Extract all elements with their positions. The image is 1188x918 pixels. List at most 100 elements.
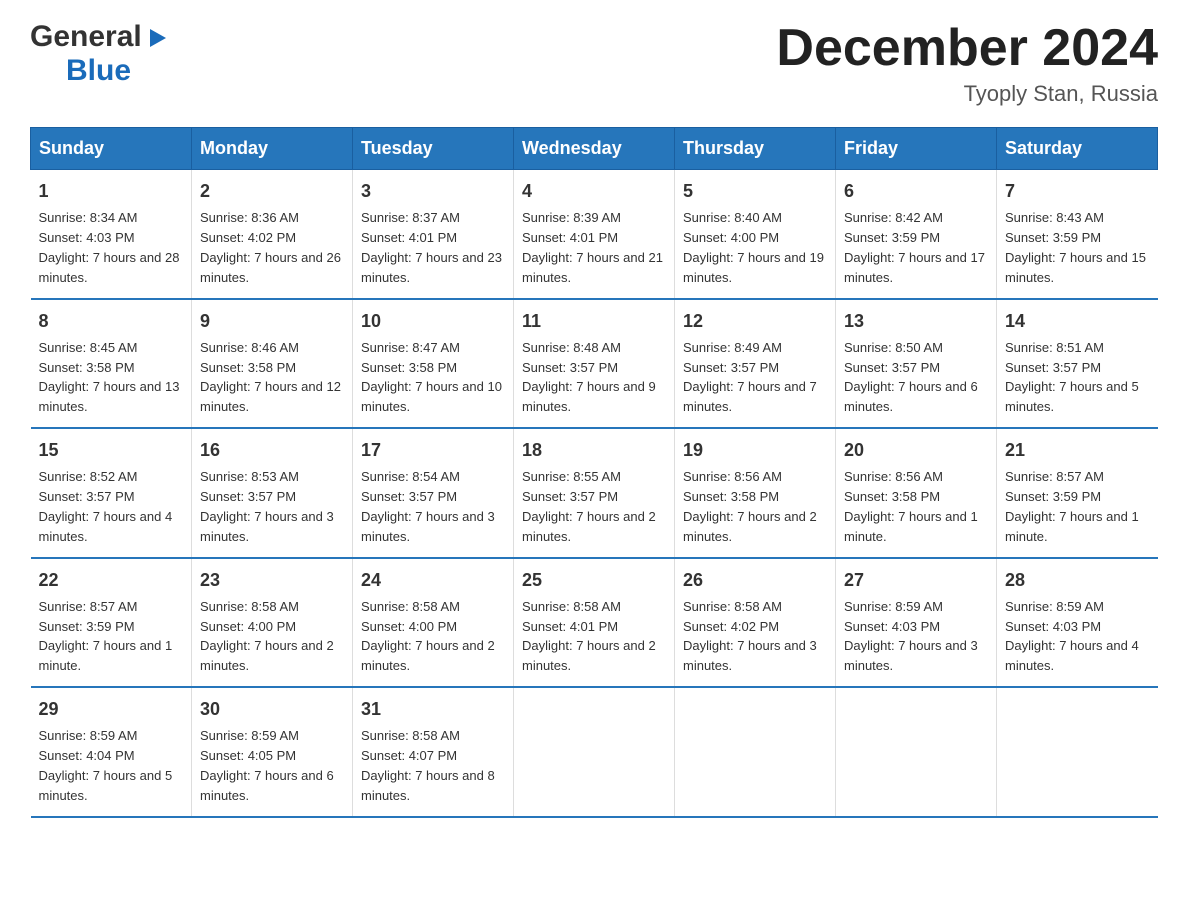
week-row-4: 22Sunrise: 8:57 AMSunset: 3:59 PMDayligh… bbox=[31, 558, 1158, 687]
day-info: Sunrise: 8:37 AMSunset: 4:01 PMDaylight:… bbox=[361, 210, 502, 285]
day-info: Sunrise: 8:42 AMSunset: 3:59 PMDaylight:… bbox=[844, 210, 985, 285]
day-cell: 7 Sunrise: 8:43 AMSunset: 3:59 PMDaylight… bbox=[997, 170, 1158, 299]
day-cell: 18 Sunrise: 8:55 AMSunset: 3:57 PMDayligh… bbox=[514, 428, 675, 557]
day-info: Sunrise: 8:45 AMSunset: 3:58 PMDaylight:… bbox=[39, 340, 180, 415]
day-cell: 3 Sunrise: 8:37 AMSunset: 4:01 PMDaylight… bbox=[353, 170, 514, 299]
day-cell: 15 Sunrise: 8:52 AMSunset: 3:57 PMDayligh… bbox=[31, 428, 192, 557]
day-number: 18 bbox=[522, 437, 666, 463]
day-info: Sunrise: 8:46 AMSunset: 3:58 PMDaylight:… bbox=[200, 340, 341, 415]
day-cell: 28 Sunrise: 8:59 AMSunset: 4:03 PMDayligh… bbox=[997, 558, 1158, 687]
calendar-subtitle: Tyoply Stan, Russia bbox=[776, 81, 1158, 107]
day-cell: 17Sunrise: 8:54 AMSunset: 3:57 PMDayligh… bbox=[353, 428, 514, 557]
day-info: Sunrise: 8:34 AMSunset: 4:03 PMDaylight:… bbox=[39, 210, 180, 285]
day-info: Sunrise: 8:43 AMSunset: 3:59 PMDaylight:… bbox=[1005, 210, 1146, 285]
day-number: 28 bbox=[1005, 567, 1150, 593]
day-info: Sunrise: 8:49 AMSunset: 3:57 PMDaylight:… bbox=[683, 340, 817, 415]
day-info: Sunrise: 8:57 AMSunset: 3:59 PMDaylight:… bbox=[39, 599, 173, 674]
col-tuesday: Tuesday bbox=[353, 128, 514, 170]
day-cell: 8 Sunrise: 8:45 AMSunset: 3:58 PMDaylight… bbox=[31, 299, 192, 428]
day-info: Sunrise: 8:40 AMSunset: 4:00 PMDaylight:… bbox=[683, 210, 824, 285]
day-info: Sunrise: 8:51 AMSunset: 3:57 PMDaylight:… bbox=[1005, 340, 1139, 415]
day-cell: 2Sunrise: 8:36 AMSunset: 4:02 PMDaylight… bbox=[192, 170, 353, 299]
col-wednesday: Wednesday bbox=[514, 128, 675, 170]
title-section: December 2024 Tyoply Stan, Russia bbox=[776, 20, 1158, 107]
day-number: 31 bbox=[361, 696, 505, 722]
day-cell: 4 Sunrise: 8:39 AMSunset: 4:01 PMDaylight… bbox=[514, 170, 675, 299]
day-info: Sunrise: 8:56 AMSunset: 3:58 PMDaylight:… bbox=[844, 469, 978, 544]
day-number: 24 bbox=[361, 567, 505, 593]
day-cell: 30Sunrise: 8:59 AMSunset: 4:05 PMDayligh… bbox=[192, 687, 353, 816]
day-number: 19 bbox=[683, 437, 827, 463]
day-cell: 21Sunrise: 8:57 AMSunset: 3:59 PMDayligh… bbox=[997, 428, 1158, 557]
col-monday: Monday bbox=[192, 128, 353, 170]
day-info: Sunrise: 8:58 AMSunset: 4:01 PMDaylight:… bbox=[522, 599, 656, 674]
day-cell: 25 Sunrise: 8:58 AMSunset: 4:01 PMDayligh… bbox=[514, 558, 675, 687]
day-cell: 14 Sunrise: 8:51 AMSunset: 3:57 PMDayligh… bbox=[997, 299, 1158, 428]
day-number: 10 bbox=[361, 308, 505, 334]
day-info: Sunrise: 8:59 AMSunset: 4:03 PMDaylight:… bbox=[844, 599, 978, 674]
day-info: Sunrise: 8:59 AMSunset: 4:04 PMDaylight:… bbox=[39, 728, 173, 803]
week-row-2: 8 Sunrise: 8:45 AMSunset: 3:58 PMDaylight… bbox=[31, 299, 1158, 428]
day-number: 25 bbox=[522, 567, 666, 593]
day-cell: 29 Sunrise: 8:59 AMSunset: 4:04 PMDayligh… bbox=[31, 687, 192, 816]
day-number: 23 bbox=[200, 567, 344, 593]
day-number: 14 bbox=[1005, 308, 1150, 334]
day-number: 27 bbox=[844, 567, 988, 593]
day-info: Sunrise: 8:55 AMSunset: 3:57 PMDaylight:… bbox=[522, 469, 656, 544]
day-info: Sunrise: 8:52 AMSunset: 3:57 PMDaylight:… bbox=[39, 469, 173, 544]
day-cell: 24Sunrise: 8:58 AMSunset: 4:00 PMDayligh… bbox=[353, 558, 514, 687]
day-info: Sunrise: 8:54 AMSunset: 3:57 PMDaylight:… bbox=[361, 469, 495, 544]
day-info: Sunrise: 8:39 AMSunset: 4:01 PMDaylight:… bbox=[522, 210, 663, 285]
day-number: 12 bbox=[683, 308, 827, 334]
day-cell: 12 Sunrise: 8:49 AMSunset: 3:57 PMDayligh… bbox=[675, 299, 836, 428]
day-info: Sunrise: 8:53 AMSunset: 3:57 PMDaylight:… bbox=[200, 469, 334, 544]
logo-general-text: General bbox=[30, 20, 142, 54]
day-number: 9 bbox=[200, 308, 344, 334]
day-info: Sunrise: 8:58 AMSunset: 4:00 PMDaylight:… bbox=[200, 599, 334, 674]
day-number: 8 bbox=[39, 308, 184, 334]
col-thursday: Thursday bbox=[675, 128, 836, 170]
calendar-title: December 2024 bbox=[776, 20, 1158, 77]
col-friday: Friday bbox=[836, 128, 997, 170]
day-cell: 23 Sunrise: 8:58 AMSunset: 4:00 PMDayligh… bbox=[192, 558, 353, 687]
day-number: 13 bbox=[844, 308, 988, 334]
day-cell bbox=[514, 687, 675, 816]
day-number: 6 bbox=[844, 178, 988, 204]
col-saturday: Saturday bbox=[997, 128, 1158, 170]
calendar-table: Sunday Monday Tuesday Wednesday Thursday… bbox=[30, 127, 1158, 817]
logo: General Blue bbox=[30, 20, 168, 88]
day-cell: 27 Sunrise: 8:59 AMSunset: 4:03 PMDayligh… bbox=[836, 558, 997, 687]
day-cell: 26 Sunrise: 8:58 AMSunset: 4:02 PMDayligh… bbox=[675, 558, 836, 687]
day-cell bbox=[836, 687, 997, 816]
day-info: Sunrise: 8:59 AMSunset: 4:03 PMDaylight:… bbox=[1005, 599, 1139, 674]
day-cell: 9 Sunrise: 8:46 AMSunset: 3:58 PMDaylight… bbox=[192, 299, 353, 428]
day-info: Sunrise: 8:59 AMSunset: 4:05 PMDaylight:… bbox=[200, 728, 334, 803]
day-cell: 1 Sunrise: 8:34 AMSunset: 4:03 PMDaylight… bbox=[31, 170, 192, 299]
page-header: General Blue December 2024 Tyoply Stan, … bbox=[30, 20, 1158, 107]
day-cell: 5Sunrise: 8:40 AMSunset: 4:00 PMDaylight… bbox=[675, 170, 836, 299]
day-cell: 19 Sunrise: 8:56 AMSunset: 3:58 PMDayligh… bbox=[675, 428, 836, 557]
day-number: 26 bbox=[683, 567, 827, 593]
day-cell: 20 Sunrise: 8:56 AMSunset: 3:58 PMDayligh… bbox=[836, 428, 997, 557]
day-number: 7 bbox=[1005, 178, 1150, 204]
day-cell bbox=[675, 687, 836, 816]
day-info: Sunrise: 8:56 AMSunset: 3:58 PMDaylight:… bbox=[683, 469, 817, 544]
day-number: 11 bbox=[522, 308, 666, 334]
day-cell: 16Sunrise: 8:53 AMSunset: 3:57 PMDayligh… bbox=[192, 428, 353, 557]
day-number: 21 bbox=[1005, 437, 1150, 463]
day-info: Sunrise: 8:48 AMSunset: 3:57 PMDaylight:… bbox=[522, 340, 656, 415]
day-cell: 13 Sunrise: 8:50 AMSunset: 3:57 PMDayligh… bbox=[836, 299, 997, 428]
day-cell: 22Sunrise: 8:57 AMSunset: 3:59 PMDayligh… bbox=[31, 558, 192, 687]
day-cell: 10Sunrise: 8:47 AMSunset: 3:58 PMDayligh… bbox=[353, 299, 514, 428]
day-info: Sunrise: 8:50 AMSunset: 3:57 PMDaylight:… bbox=[844, 340, 978, 415]
day-number: 20 bbox=[844, 437, 988, 463]
day-number: 29 bbox=[39, 696, 184, 722]
day-number: 15 bbox=[39, 437, 184, 463]
day-number: 3 bbox=[361, 178, 505, 204]
day-number: 1 bbox=[39, 178, 184, 204]
day-info: Sunrise: 8:58 AMSunset: 4:02 PMDaylight:… bbox=[683, 599, 817, 674]
day-number: 4 bbox=[522, 178, 666, 204]
week-row-1: 1 Sunrise: 8:34 AMSunset: 4:03 PMDaylight… bbox=[31, 170, 1158, 299]
day-cell: 6 Sunrise: 8:42 AMSunset: 3:59 PMDaylight… bbox=[836, 170, 997, 299]
week-row-3: 15 Sunrise: 8:52 AMSunset: 3:57 PMDayligh… bbox=[31, 428, 1158, 557]
